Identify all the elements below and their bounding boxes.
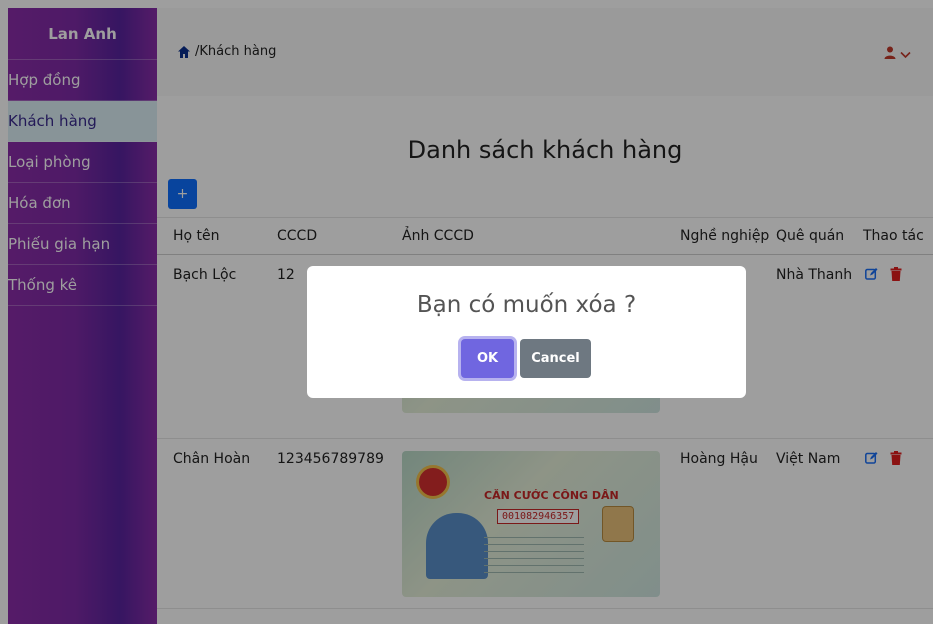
app-root: Lan Anh Hợp đồng Khách hàng Loại phòng H… <box>0 0 933 624</box>
cancel-button[interactable]: Cancel <box>520 339 591 378</box>
dialog-message: Bạn có muốn xóa ? <box>416 292 637 318</box>
ok-button[interactable]: OK <box>461 339 514 378</box>
confirm-delete-dialog: Bạn có muốn xóa ? OK Cancel <box>307 266 746 398</box>
